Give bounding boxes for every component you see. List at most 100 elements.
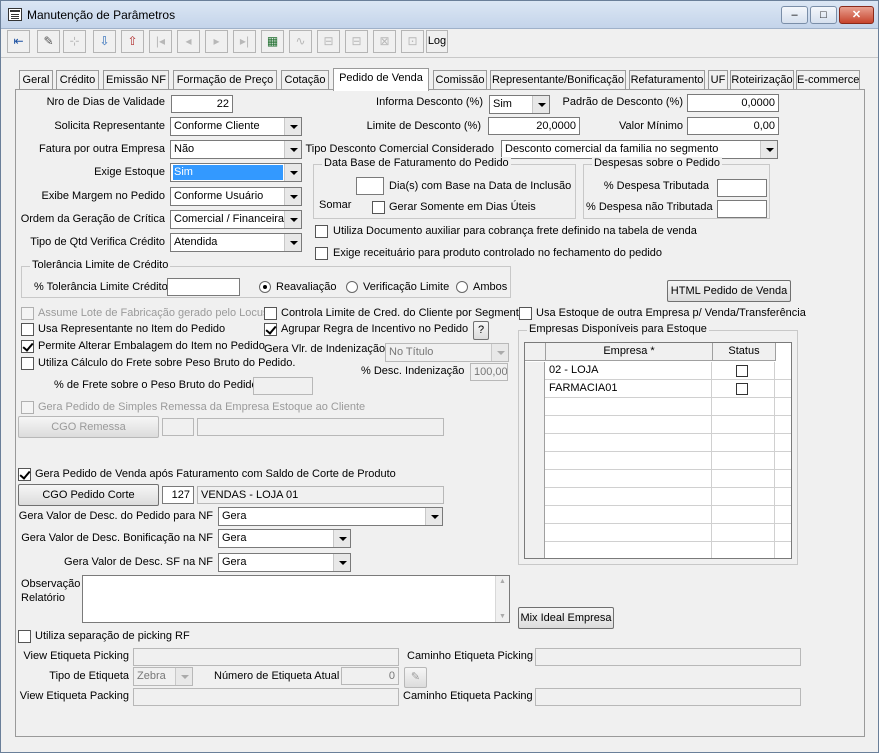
gera-desc-pedido-select[interactable]: Gera xyxy=(218,507,443,526)
prev-record-icon[interactable]: ◂ xyxy=(177,30,200,53)
permite-alterar-checkbox[interactable] xyxy=(21,340,34,353)
status-checkbox[interactable] xyxy=(736,383,748,395)
tolerancia-label: % Tolerância Limite Crédito xyxy=(34,281,168,293)
desc-indenizacao-input[interactable]: 100,00 xyxy=(470,363,508,381)
gera-vlr-select[interactable]: No Título xyxy=(385,343,509,362)
despesa-nao-tributada-input[interactable] xyxy=(717,200,767,218)
utiliza-doc-auxiliar-checkbox[interactable] xyxy=(315,225,328,238)
cgo-pedido-corte-button[interactable]: CGO Pedido Corte xyxy=(18,484,159,506)
view-picking-label: View Etiqueta Picking xyxy=(23,650,129,662)
agrupar-regra-checkbox[interactable] xyxy=(264,323,277,336)
utiliza-picking-checkbox[interactable] xyxy=(18,630,31,643)
tree-icon[interactable]: ⊹ xyxy=(63,30,86,53)
html-pedido-button[interactable]: HTML Pedido de Venda xyxy=(667,280,791,302)
nro-dias-input[interactable]: 22 xyxy=(171,95,233,113)
next-record-icon[interactable]: ▸ xyxy=(205,30,228,53)
grid-header-status[interactable]: Status xyxy=(713,343,776,361)
tab-pedido-venda[interactable]: Pedido de Venda xyxy=(333,68,429,91)
tab-emissao-nf[interactable]: Emissão NF xyxy=(103,70,169,90)
padrao-desconto-input[interactable]: 0,0000 xyxy=(687,94,779,112)
edit-icon[interactable]: ✎ xyxy=(37,30,60,53)
table-row[interactable]: 02 - LOJA xyxy=(525,362,791,380)
minimize-button[interactable]: – xyxy=(781,6,808,24)
grid-header-empresa[interactable]: Empresa * xyxy=(546,343,713,361)
utiliza-calculo-checkbox[interactable] xyxy=(21,357,34,370)
gera-pedido-simples-checkbox[interactable] xyxy=(21,401,34,414)
tab-cotacao[interactable]: Cotação xyxy=(281,70,329,90)
gera-desc-sf-select[interactable]: Gera xyxy=(218,553,351,572)
informa-desconto-select[interactable]: Sim xyxy=(489,95,550,114)
tolerancia-input[interactable] xyxy=(167,278,240,296)
caminho-packing-input[interactable] xyxy=(535,688,801,706)
layout-alt-icon[interactable]: ⊟ xyxy=(345,30,368,53)
tab-representante-bonificacao[interactable]: Representante/Bonificação xyxy=(490,70,626,90)
grid-icon[interactable]: ▦ xyxy=(261,30,284,53)
import-icon[interactable]: ⇩ xyxy=(93,30,116,53)
desc-indenizacao-label: % Desc. Indenização xyxy=(361,365,465,377)
close-button[interactable]: ✕ xyxy=(839,6,874,24)
numero-etiqueta-input[interactable]: 0 xyxy=(341,667,399,685)
dias-uteis-checkbox[interactable] xyxy=(372,201,385,214)
tab-comissao[interactable]: Comissão xyxy=(433,70,487,90)
table-row xyxy=(525,488,791,506)
last-record-icon[interactable]: ▸| xyxy=(233,30,256,53)
tab-geral[interactable]: Geral xyxy=(19,70,53,90)
tab-ecommerce[interactable]: E-commerce xyxy=(796,70,860,90)
cgo-remessa-button[interactable]: CGO Remessa xyxy=(18,416,159,438)
tab-credito[interactable]: Crédito xyxy=(56,70,99,90)
export-icon[interactable]: ⇧ xyxy=(121,30,144,53)
usa-representante-checkbox[interactable] xyxy=(21,323,34,336)
table-row[interactable]: FARMACIA01 xyxy=(525,380,791,398)
pencil-icon[interactable]: ✎ xyxy=(404,667,427,688)
exige-receituario-checkbox[interactable] xyxy=(315,247,328,260)
dias-input[interactable] xyxy=(356,177,384,195)
mix-ideal-button[interactable]: Mix Ideal Empresa xyxy=(518,607,614,629)
log-button[interactable]: Log xyxy=(426,30,448,53)
scrollbar[interactable] xyxy=(495,576,509,622)
layout-icon[interactable]: ⊟ xyxy=(317,30,340,53)
ambos-radio[interactable] xyxy=(456,281,468,293)
caminho-picking-input[interactable] xyxy=(535,648,801,666)
report-icon[interactable]: ⊠ xyxy=(373,30,396,53)
exit-icon[interactable]: ⇤ xyxy=(7,30,30,53)
window-title: Manutenção de Parâmetros xyxy=(27,8,176,22)
gera-desc-bonif-select[interactable]: Gera xyxy=(218,529,351,548)
fatura-outra-empresa-select[interactable]: Não xyxy=(170,140,302,159)
limite-desconto-label: Limite de Desconto (%) xyxy=(366,120,481,132)
help-button[interactable]: ? xyxy=(473,321,489,340)
tab-refaturamento[interactable]: Refaturamento xyxy=(629,70,705,90)
dias-label: Dia(s) com Base na Data de Inclusão xyxy=(389,180,572,192)
exige-estoque-select[interactable]: Sim xyxy=(170,163,302,182)
view-picking-input[interactable] xyxy=(133,648,399,666)
verificacao-radio[interactable] xyxy=(346,281,358,293)
gera-pedido-corte-checkbox[interactable] xyxy=(18,468,31,481)
view-packing-input[interactable] xyxy=(133,688,399,706)
tipo-qtd-select[interactable]: Atendida xyxy=(170,233,302,252)
cgo-remessa-desc-input[interactable] xyxy=(197,418,444,436)
valor-minimo-input[interactable]: 0,00 xyxy=(687,117,779,135)
cgo-pedido-corte-code[interactable]: 127 xyxy=(162,486,194,504)
despesa-tributada-input[interactable] xyxy=(717,179,767,197)
table-row xyxy=(525,434,791,452)
ordem-critica-select[interactable]: Comercial / Financeira xyxy=(170,210,302,229)
status-checkbox[interactable] xyxy=(736,365,748,377)
solicita-representante-select[interactable]: Conforme Cliente xyxy=(170,117,302,136)
title-bar: Manutenção de Parâmetros – □ ✕ xyxy=(1,1,878,29)
controla-limite-checkbox[interactable] xyxy=(264,307,277,320)
usa-estoque-outra-checkbox[interactable] xyxy=(519,307,532,320)
exibe-margem-select[interactable]: Conforme Usuário xyxy=(170,187,302,206)
observacao-textarea[interactable] xyxy=(82,575,510,623)
filter-icon[interactable]: ⊡ xyxy=(401,30,424,53)
reavaliacao-radio[interactable] xyxy=(259,281,271,293)
cgo-remessa-code-input[interactable] xyxy=(162,418,194,436)
maximize-button[interactable]: □ xyxy=(810,6,837,24)
assume-lote-checkbox[interactable] xyxy=(21,307,34,320)
tab-uf[interactable]: UF xyxy=(708,70,728,90)
chart-icon[interactable]: ∿ xyxy=(289,30,312,53)
first-record-icon[interactable]: |◂ xyxy=(149,30,172,53)
frete-peso-input[interactable] xyxy=(253,377,313,395)
tab-formacao-preco[interactable]: Formação de Preço xyxy=(173,70,277,90)
tab-roteirizacao[interactable]: Roteirização xyxy=(730,70,794,90)
limite-desconto-input[interactable]: 20,0000 xyxy=(488,117,580,135)
tipo-etiqueta-select[interactable]: Zebra xyxy=(133,667,193,686)
